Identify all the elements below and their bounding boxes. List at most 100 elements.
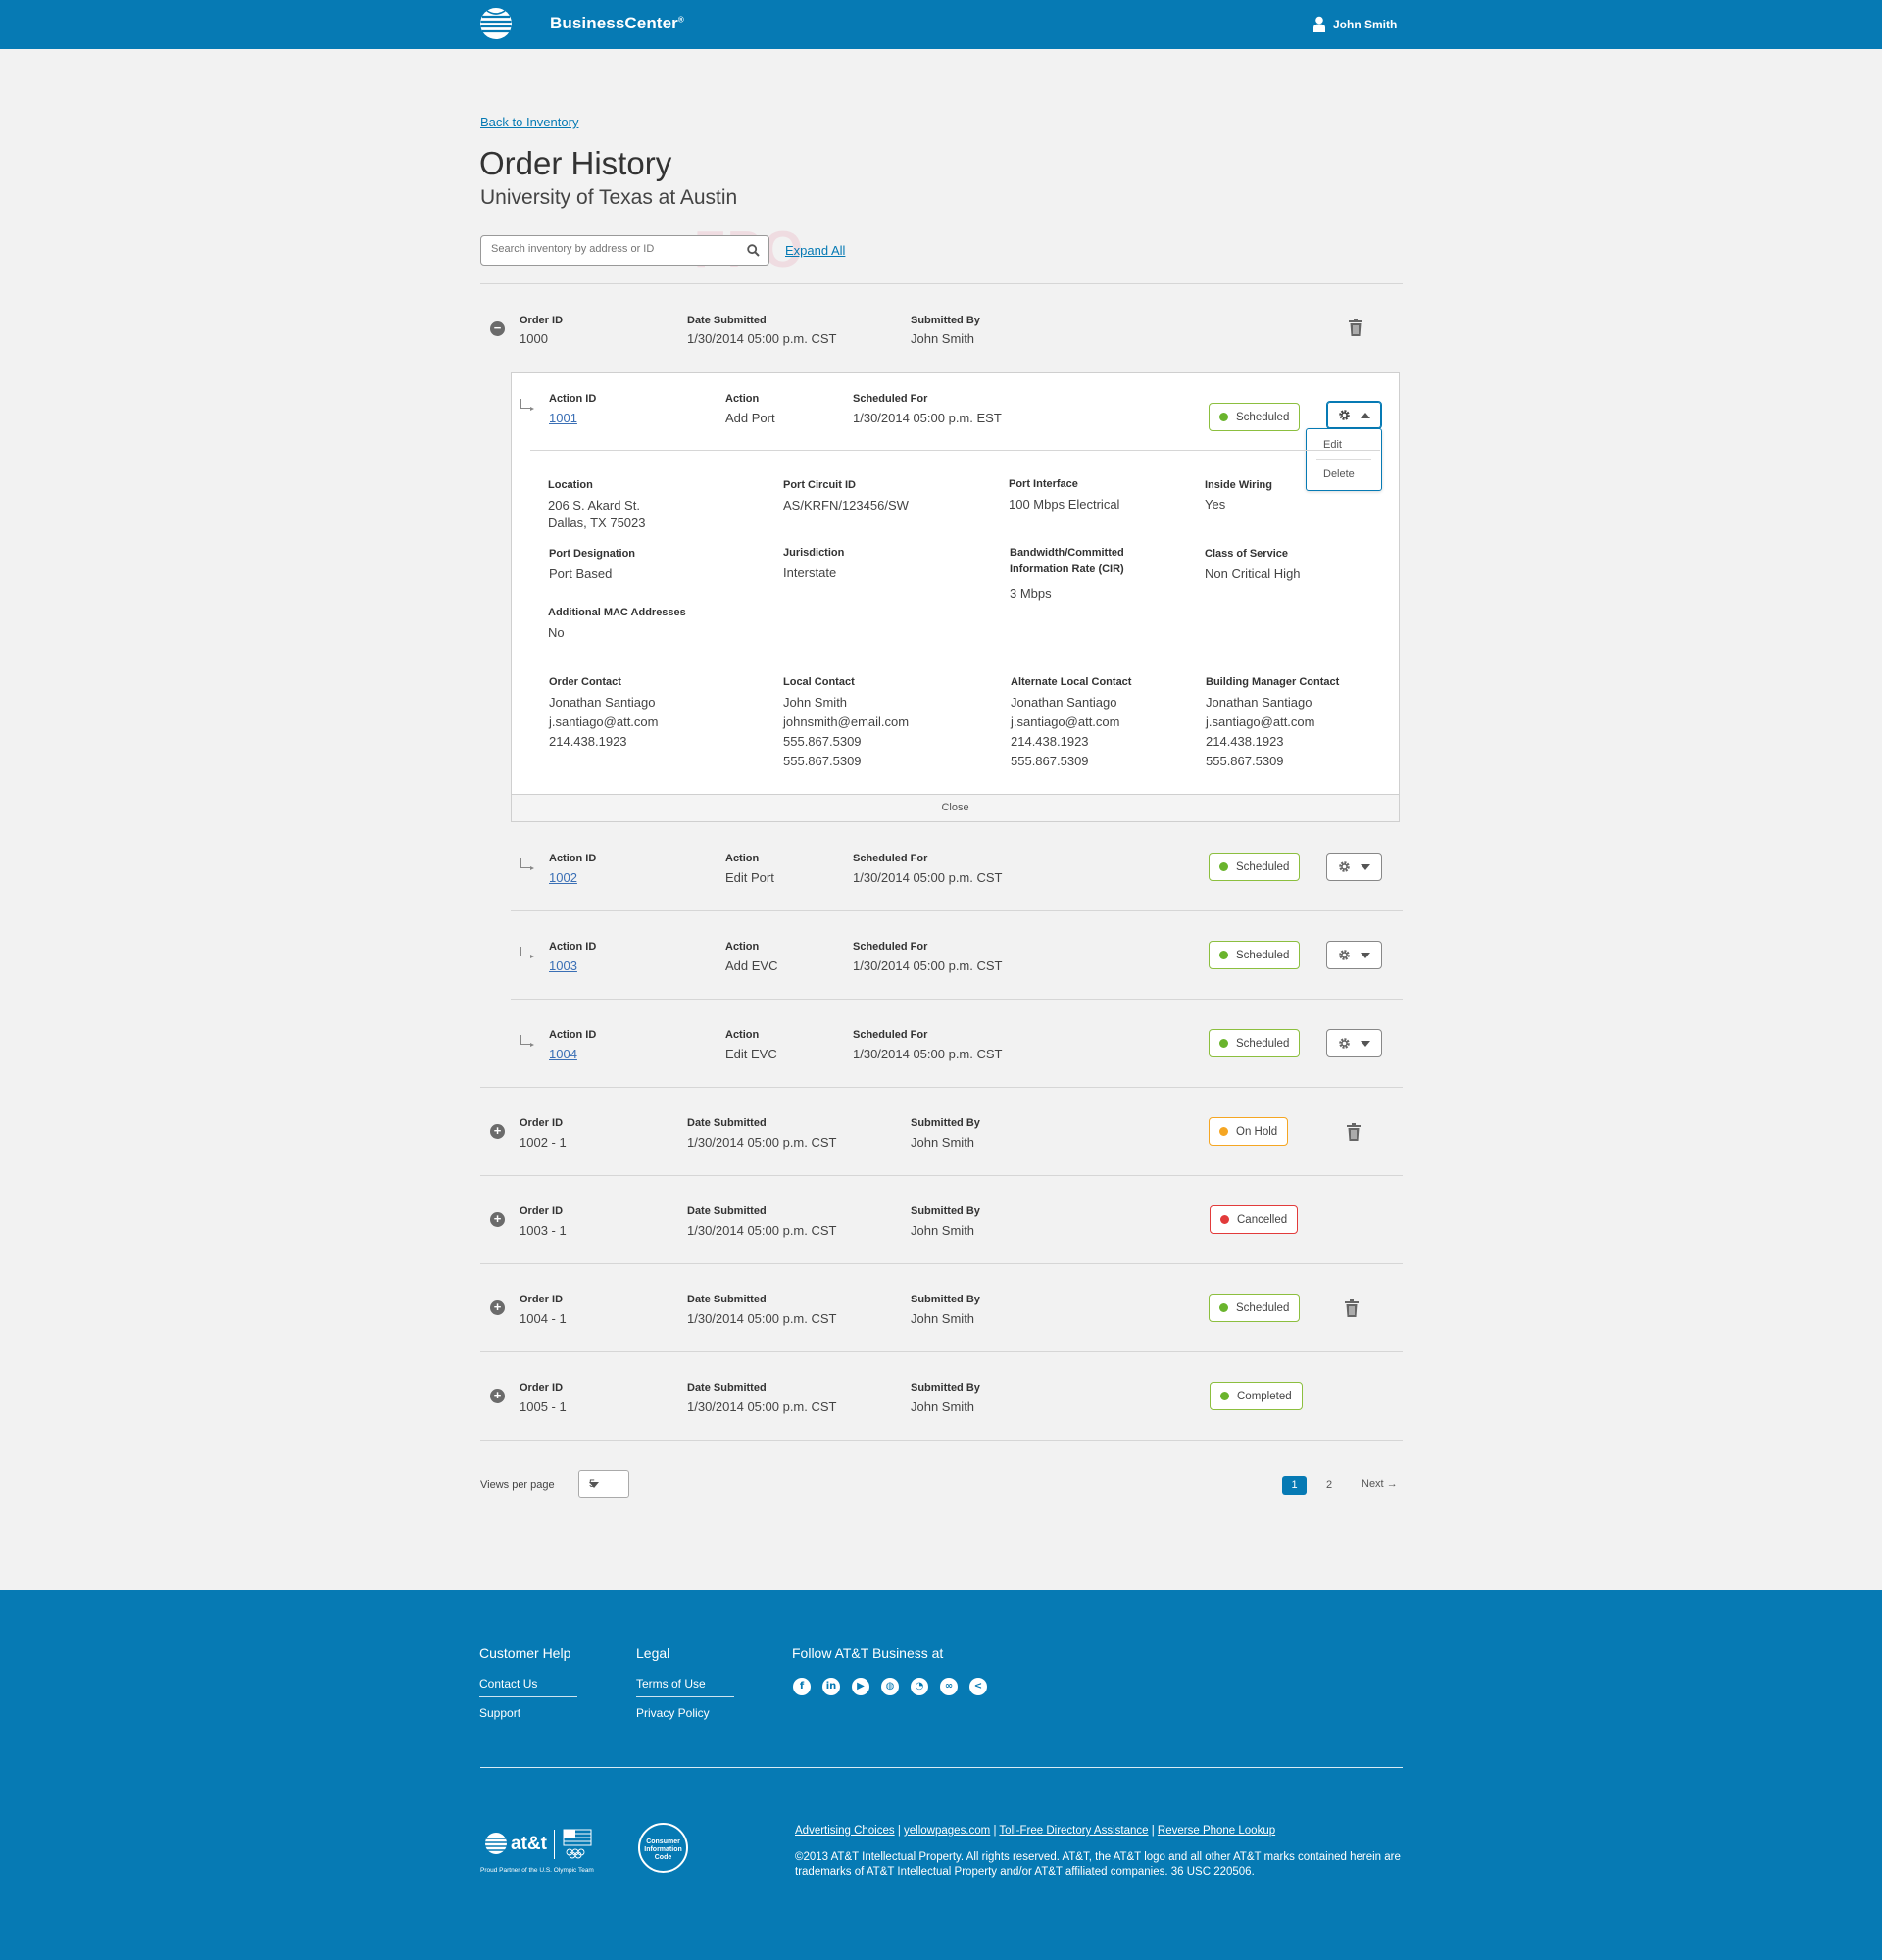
date-submitted-value: 1/30/2014 05:00 p.m. CST	[687, 331, 837, 346]
linkedin-icon[interactable]: in	[822, 1678, 840, 1695]
att-footer-logo[interactable]: at&t	[483, 1827, 595, 1865]
action-settings-button[interactable]	[1326, 401, 1382, 429]
status-text: Cancelled	[1237, 1213, 1288, 1226]
submitted-by-value: John Smith	[911, 1399, 975, 1414]
alternate-contact-phone: 214.438.1923	[1011, 734, 1089, 749]
menu-item-delete[interactable]: Delete	[1323, 468, 1355, 480]
status-badge: Scheduled	[1209, 1294, 1301, 1322]
reverse-phone-link[interactable]: Reverse Phone Lookup	[1158, 1825, 1275, 1837]
action-dropdown-menu: Edit Delete	[1306, 428, 1382, 491]
order-id-label: Order ID	[520, 1382, 564, 1394]
action-value: Add Port	[725, 411, 775, 425]
status-badge: Completed	[1210, 1382, 1303, 1410]
trash-icon[interactable]	[1347, 1123, 1361, 1141]
building-manager-email: j.santiago@att.com	[1206, 714, 1315, 729]
support-link[interactable]: Support	[479, 1706, 520, 1720]
alternate-contact-label: Alternate Local Contact	[1011, 676, 1132, 688]
expand-icon[interactable]: +	[490, 1124, 505, 1139]
order-id-value: 1005 - 1	[520, 1399, 567, 1414]
youtube-icon[interactable]: ▶	[852, 1678, 869, 1695]
divider	[511, 910, 1403, 911]
trash-icon[interactable]	[1345, 1299, 1359, 1317]
order-id-label: Order ID	[520, 1117, 564, 1129]
divider	[480, 1351, 1403, 1352]
divider	[480, 1440, 1403, 1441]
order-contact-label: Order Contact	[549, 676, 621, 688]
port-designation-value: Port Based	[549, 566, 613, 581]
social-links: f in ▶ ◍ ◔ ∞ <	[793, 1678, 987, 1695]
advertising-choices-link[interactable]: Advertising Choices	[795, 1825, 895, 1837]
inside-wiring-label: Inside Wiring	[1205, 479, 1272, 491]
status-badge: Scheduled	[1209, 1029, 1301, 1057]
yellowpages-link[interactable]: yellowpages.com	[904, 1825, 990, 1837]
next-page-button[interactable]: Next →	[1362, 1478, 1398, 1490]
jurisdiction-label: Jurisdiction	[783, 547, 845, 559]
status-text: Scheduled	[1236, 1037, 1290, 1050]
building-manager-name: Jonathan Santiago	[1206, 695, 1312, 710]
status-text: On Hold	[1236, 1125, 1278, 1138]
globe-icon[interactable]: ◍	[881, 1678, 899, 1695]
expand-all-link[interactable]: Expand All	[785, 243, 845, 258]
chevron-down-icon	[589, 1482, 599, 1488]
search-input[interactable]	[491, 243, 736, 255]
action-settings-button[interactable]	[1326, 1029, 1382, 1057]
close-panel-button[interactable]: Close	[511, 794, 1400, 822]
brand-name[interactable]: BusinessCenter®	[550, 14, 684, 33]
port-interface-label: Port Interface	[1009, 478, 1078, 490]
action-id-link[interactable]: 1002	[549, 870, 577, 885]
alternate-contact-name: Jonathan Santiago	[1011, 695, 1117, 710]
date-submitted-value: 1/30/2014 05:00 p.m. CST	[687, 1311, 837, 1326]
user-name: John Smith	[1333, 17, 1398, 31]
action-id-label: Action ID	[549, 1029, 597, 1041]
action-id-link[interactable]: 1004	[549, 1047, 577, 1061]
date-submitted-value: 1/30/2014 05:00 p.m. CST	[687, 1399, 837, 1414]
port-circuit-label: Port Circuit ID	[783, 479, 856, 491]
chevron-down-icon	[1361, 863, 1370, 870]
menu-divider	[1316, 459, 1371, 460]
submitted-by-label: Submitted By	[911, 1294, 980, 1305]
collapse-icon[interactable]: −	[490, 321, 505, 336]
views-per-page-select[interactable]: 5	[578, 1470, 629, 1498]
submitted-by-label: Submitted By	[911, 315, 980, 326]
status-dot	[1219, 1303, 1228, 1312]
building-manager-phone: 214.438.1923	[1206, 734, 1284, 749]
local-contact-email: johnsmith@email.com	[783, 714, 910, 729]
back-to-inventory-link[interactable]: Back to Inventory	[480, 115, 578, 129]
privacy-link[interactable]: Privacy Policy	[636, 1706, 710, 1720]
expand-icon[interactable]: +	[490, 1389, 505, 1403]
toll-free-link[interactable]: Toll-Free Directory Assistance	[999, 1825, 1148, 1837]
networking-icon[interactable]: ∞	[940, 1678, 958, 1695]
facebook-icon[interactable]: f	[793, 1678, 811, 1695]
bandwidth-label-line-2: Information Rate (CIR)	[1010, 564, 1124, 575]
location-line-2: Dallas, TX 75023	[548, 515, 646, 530]
status-text: Completed	[1237, 1390, 1292, 1402]
expand-icon[interactable]: +	[490, 1300, 505, 1315]
action-settings-button[interactable]	[1326, 941, 1382, 969]
share-icon[interactable]: <	[969, 1678, 987, 1695]
expand-icon[interactable]: +	[490, 1212, 505, 1227]
local-contact-name: John Smith	[783, 695, 848, 710]
terms-link[interactable]: Terms of Use	[636, 1677, 706, 1690]
action-settings-button[interactable]	[1326, 853, 1382, 881]
search-box[interactable]	[480, 235, 769, 266]
divider	[480, 1087, 1403, 1088]
consumer-info-code-seal[interactable]: Consumer Information Code	[638, 1823, 688, 1873]
scheduled-for-label: Scheduled For	[853, 393, 928, 405]
page-2-button[interactable]: 2	[1326, 1479, 1332, 1491]
date-submitted-label: Date Submitted	[687, 1117, 767, 1129]
search-icon[interactable]	[747, 244, 760, 257]
legal-heading: Legal	[636, 1645, 670, 1661]
follow-heading: Follow AT&T Business at	[792, 1645, 944, 1661]
action-id-label: Action ID	[549, 853, 597, 864]
local-contact-phone-2: 555.867.5309	[783, 754, 862, 768]
action-id-link[interactable]: 1003	[549, 958, 577, 973]
trash-icon[interactable]	[1349, 318, 1362, 336]
att-globe-logo[interactable]	[479, 7, 513, 40]
status-badge: Cancelled	[1210, 1205, 1299, 1234]
action-id-link[interactable]: 1001	[549, 411, 577, 425]
top-bar: BusinessCenter® John Smith	[0, 0, 1882, 49]
page-1-button[interactable]: 1	[1282, 1476, 1307, 1494]
rss-icon[interactable]: ◔	[911, 1678, 928, 1695]
contact-us-link[interactable]: Contact Us	[479, 1677, 537, 1690]
user-menu[interactable]: John Smith	[1313, 16, 1397, 32]
